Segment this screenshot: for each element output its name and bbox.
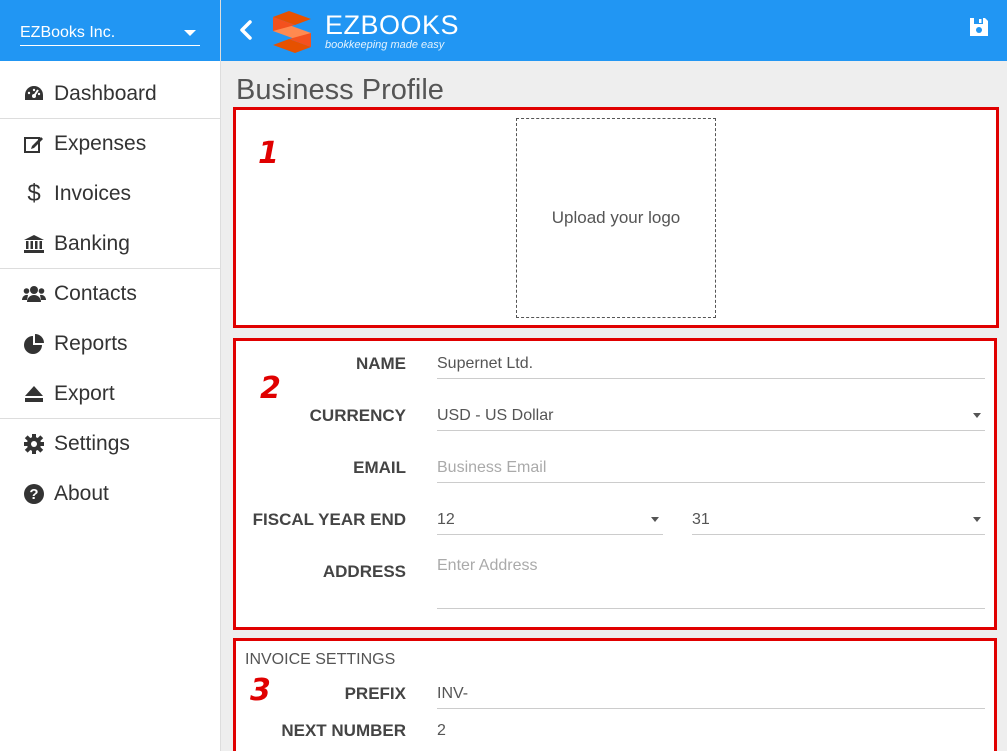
sidebar-item-contacts[interactable]: Contacts [0, 269, 220, 319]
profile-section: 2 NAME CURRENCY USD - US Dollar EMAIL FI… [233, 338, 997, 630]
next-number-field[interactable] [437, 716, 985, 746]
email-label: EMAIL [353, 458, 406, 477]
question-circle-icon: ? [22, 482, 46, 506]
currency-value: USD - US Dollar [437, 407, 554, 424]
caret-down-icon [651, 517, 659, 522]
logo-upload-area[interactable]: Upload your logo [516, 118, 716, 318]
caret-down-icon [973, 517, 981, 522]
brand-tagline: bookkeeping made easy [325, 39, 445, 51]
prefix-label: PREFIX [344, 684, 406, 703]
brand-title: EZBOOKS [325, 10, 460, 40]
sidebar-item-expenses[interactable]: Expenses [0, 119, 220, 169]
sidebar-item-label: About [54, 482, 109, 505]
invoice-settings-title: INVOICE SETTINGS [245, 651, 396, 668]
sidebar-item-label: Settings [54, 432, 130, 455]
email-input[interactable] [437, 453, 985, 483]
dollar-icon: $ [27, 180, 41, 207]
svg-text:?: ? [29, 486, 38, 503]
app-header: EZBOOKS bookkeeping made easy [221, 0, 1007, 61]
caret-down-icon [973, 413, 981, 418]
sidebar-item-label: Reports [54, 332, 128, 355]
sidebar-nav: Dashboard Expenses $ Invoices Banking Co [0, 61, 220, 519]
fiscal-day-value: 31 [692, 511, 710, 528]
sidebar-item-label: Dashboard [54, 81, 157, 105]
fiscal-month-value: 12 [437, 511, 455, 528]
edit-icon [22, 132, 46, 156]
next-number-label: NEXT NUMBER [281, 721, 406, 740]
upload-logo-label: Upload your logo [551, 208, 681, 227]
company-selector[interactable]: EZBooks Inc. [20, 20, 200, 46]
sidebar-item-settings[interactable]: Settings [0, 419, 220, 469]
users-icon [22, 282, 46, 306]
sidebar-item-dashboard[interactable]: Dashboard [0, 69, 220, 119]
sidebar-item-label: Invoices [54, 182, 132, 205]
caret-down-icon [184, 29, 196, 36]
currency-label: CURRENCY [309, 406, 406, 425]
next-number-input[interactable] [437, 716, 985, 746]
pie-chart-icon [22, 332, 46, 356]
eject-icon [22, 382, 46, 406]
sidebar-item-label: Banking [54, 231, 130, 255]
address-label: ADDRESS [322, 562, 406, 581]
bank-icon [22, 232, 46, 256]
name-input[interactable] [437, 349, 985, 379]
logo-section: 1 Upload your logo [233, 107, 999, 328]
prefix-input[interactable] [437, 679, 985, 709]
company-header: EZBooks Inc. [0, 0, 220, 61]
fiscal-year-end-label: FISCAL YEAR END [252, 510, 406, 529]
name-label: NAME [355, 354, 406, 373]
address-field[interactable] [437, 553, 985, 609]
sidebar-item-label: Contacts [54, 282, 137, 305]
fiscal-day-select[interactable]: 31 [692, 505, 985, 535]
save-icon[interactable] [969, 17, 991, 41]
address-input[interactable] [437, 553, 985, 579]
brand-logo: EZBOOKS bookkeeping made easy [269, 9, 459, 53]
prefix-field[interactable] [437, 679, 985, 709]
annotation-marker-1: 1 [258, 136, 279, 171]
name-field[interactable] [437, 349, 985, 379]
sidebar-item-export[interactable]: Export [0, 369, 220, 419]
page-title: Business Profile [236, 74, 444, 106]
sidebar-item-about[interactable]: ? About [0, 469, 220, 519]
email-field[interactable] [437, 453, 985, 483]
back-arrow-icon[interactable] [235, 18, 257, 42]
sidebar-item-label: Expenses [54, 132, 147, 155]
sidebar-item-label: Export [54, 381, 115, 405]
ezbooks-logo-icon [273, 11, 311, 53]
sidebar-item-banking[interactable]: Banking [0, 219, 220, 269]
invoice-settings-section: INVOICE SETTINGS 3 PREFIX NEXT NUMBER [233, 638, 997, 751]
sidebar-item-invoices[interactable]: $ Invoices [0, 169, 220, 219]
gear-icon [22, 432, 46, 456]
dashboard-icon [22, 82, 46, 106]
fiscal-month-select[interactable]: 12 [437, 505, 663, 535]
annotation-marker-2: 2 [260, 371, 281, 406]
company-name: EZBooks Inc. [20, 23, 116, 41]
sidebar: EZBooks Inc. Dashboard Expenses $ Invoic… [0, 0, 221, 751]
currency-select[interactable]: USD - US Dollar [437, 401, 985, 431]
sidebar-item-reports[interactable]: Reports [0, 319, 220, 369]
